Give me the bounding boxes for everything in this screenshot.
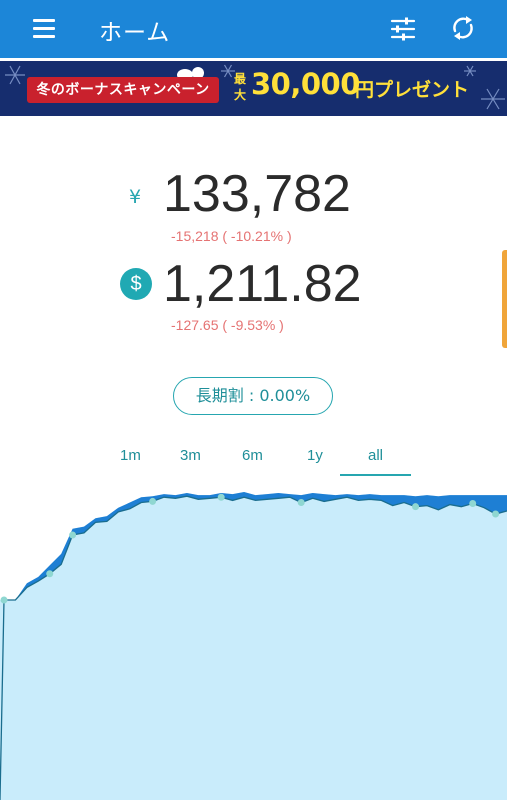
tab-3m[interactable]: 3m (180, 447, 201, 464)
hamburger-menu-icon[interactable] (30, 16, 58, 40)
chart-point (46, 570, 54, 578)
tab-all[interactable]: all (339, 447, 412, 476)
tune-sliders-icon[interactable] (389, 15, 417, 43)
chart-point (297, 498, 305, 506)
banner-amount: 30,000 (251, 67, 360, 101)
chart-point (217, 493, 225, 501)
long-term-discount-button[interactable]: 長期割 : 0.00% (173, 377, 333, 415)
usd-balance: 1,211.82 (163, 255, 362, 313)
yen-balance: 133,782 (163, 165, 351, 223)
tab-1y[interactable]: 1y (307, 447, 323, 464)
chart-point (492, 510, 500, 518)
range-tabs: 1m 3m 6m 1y all (100, 440, 420, 476)
chart-point (149, 497, 157, 505)
yen-change: -15,218 ( -10.21% ) (171, 228, 292, 244)
chart-area (0, 492, 507, 800)
app-bar: ホーム (0, 0, 507, 58)
page-title: ホーム (99, 20, 171, 46)
scroll-handle[interactable] (502, 250, 507, 348)
campaign-ribbon: 冬のボーナスキャンペーン (27, 77, 219, 103)
dollar-icon: $ (120, 268, 152, 300)
banner-prefix: 最大 (234, 72, 247, 102)
chart-point (412, 503, 420, 511)
tab-6m[interactable]: 6m (242, 447, 263, 464)
sync-icon[interactable] (448, 13, 478, 43)
banner-suffix: 円プレゼント (355, 79, 470, 101)
chart-point (69, 531, 77, 539)
tab-1m[interactable]: 1m (120, 447, 141, 464)
chart-point (0, 596, 8, 604)
yen-icon: ¥ (129, 186, 142, 208)
chart-point (469, 500, 477, 508)
promo-banner[interactable]: 冬のボーナスキャンペーン 最大 30,000 円プレゼント (0, 61, 507, 116)
performance-chart (0, 492, 507, 800)
usd-change: -127.65 ( -9.53% ) (171, 317, 284, 333)
